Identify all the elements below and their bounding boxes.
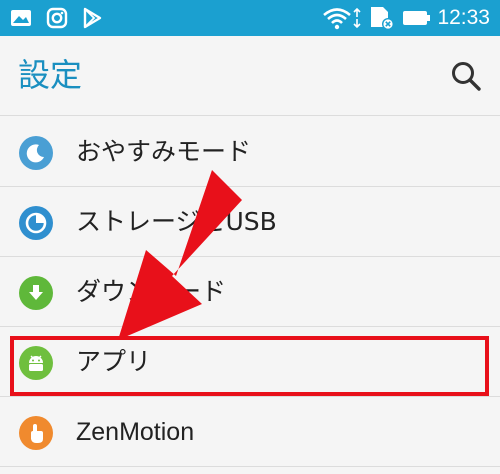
action-bar: 設定 [0, 36, 500, 116]
setting-item-do-not-disturb[interactable]: おやすみモード [0, 117, 500, 187]
setting-item-storage-usb[interactable]: ストレージとUSB [0, 187, 500, 257]
status-bar: 12:33 [0, 0, 500, 36]
setting-item-label: おやすみモード [76, 137, 252, 166]
download-icon [19, 276, 53, 310]
setting-item-download[interactable]: ダウンロード [0, 257, 500, 327]
instagram-icon [46, 0, 68, 36]
battery-icon [402, 0, 430, 36]
settings-list: おやすみモード ストレージとUSB ダウンロード アプリ ZenMotion [0, 117, 500, 467]
page-title: 設定 [18, 56, 83, 94]
setting-item-label: ダウンロード [76, 277, 227, 306]
sync-arrows-icon [353, 0, 361, 36]
storage-icon [19, 206, 53, 240]
play-store-icon [82, 0, 102, 36]
moon-icon [19, 136, 53, 170]
gesture-icon [19, 416, 53, 450]
setting-item-zenmotion[interactable]: ZenMotion [0, 397, 500, 467]
status-time: 12:33 [437, 6, 490, 29]
setting-item-label: アプリ [76, 347, 152, 376]
search-icon [452, 62, 481, 91]
gallery-icon [10, 0, 32, 36]
wifi-icon [322, 0, 352, 36]
setting-item-apps[interactable]: アプリ [0, 327, 500, 397]
android-icon [19, 346, 53, 380]
sd-card-icon [368, 0, 396, 36]
setting-item-label: ZenMotion [76, 418, 195, 446]
search-button[interactable] [444, 54, 488, 98]
setting-item-label: ストレージとUSB [76, 207, 277, 236]
